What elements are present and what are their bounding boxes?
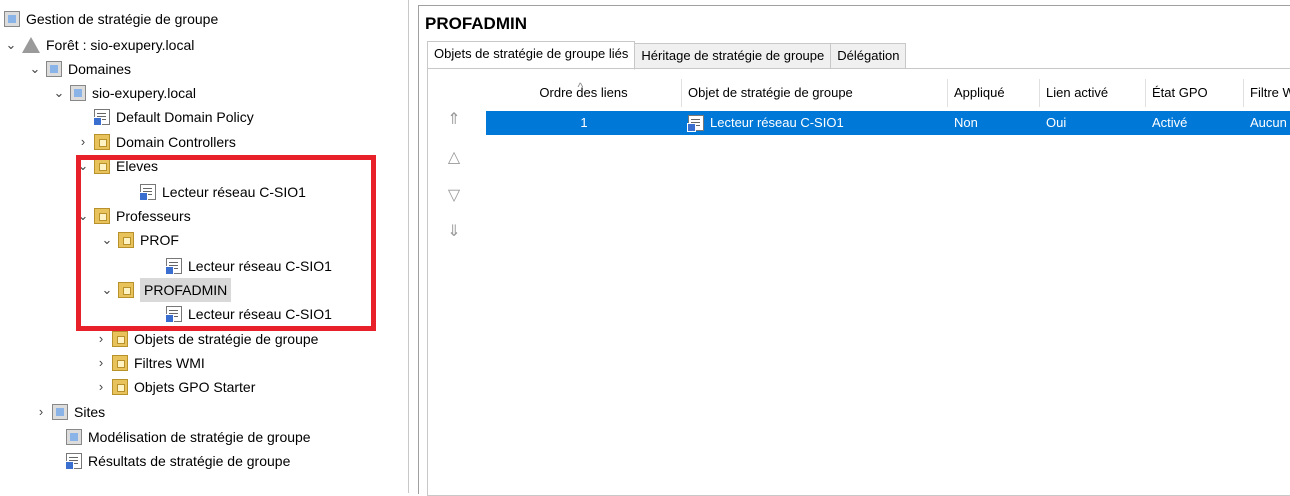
chevron-down-icon[interactable]: ⌄: [4, 33, 18, 57]
column-header-enforced[interactable]: Appliqué: [948, 79, 1040, 107]
tree-domains-label: Domaines: [68, 61, 132, 77]
details-pane: PROFADMIN Objets de stratégie de groupe …: [418, 5, 1290, 496]
tree-starter-gpos[interactable]: › Objets GPO Starter: [94, 375, 255, 399]
tree-root[interactable]: Gestion de stratégie de groupe: [4, 7, 218, 31]
gpo-container-icon: [112, 331, 128, 347]
results-icon: [65, 453, 82, 470]
tree-wmi-filters[interactable]: › Filtres WMI: [94, 351, 205, 375]
highlight-annotation-box: [76, 155, 376, 331]
column-header-gpo-status[interactable]: État GPO: [1146, 79, 1244, 107]
gpmc-icon: [4, 11, 20, 27]
down-arrow-icon[interactable]: ▽: [442, 185, 466, 205]
chevron-right-icon[interactable]: ›: [76, 130, 90, 154]
tab-inheritance[interactable]: Héritage de stratégie de groupe: [634, 43, 832, 69]
cell-gpo-status: Activé: [1152, 115, 1188, 130]
chevron-right-icon[interactable]: ›: [34, 400, 48, 424]
tree-default-policy-label: Default Domain Policy: [116, 109, 254, 125]
tree-root-label: Gestion de stratégie de groupe: [26, 11, 219, 27]
tree-results-label: Résultats de stratégie de groupe: [88, 453, 291, 469]
double-up-arrow-icon[interactable]: ⇑: [442, 109, 466, 129]
column-header-wmi-filter[interactable]: Filtre W: [1244, 79, 1290, 107]
starter-folder-icon: [112, 379, 128, 395]
tree-wmi-filters-label: Filtres WMI: [134, 355, 205, 371]
tab-bar: Objets de stratégie de groupe liés Hérit…: [427, 41, 907, 70]
tab-delegation[interactable]: Délégation: [830, 43, 907, 69]
table-row[interactable]: 1 Lecteur réseau C-SIO1 Non Oui Activé A…: [486, 111, 1290, 135]
chevron-down-icon[interactable]: ⌄: [28, 57, 42, 81]
tree-domain[interactable]: ⌄ sio-exupery.local: [52, 81, 196, 105]
sort-caret-icon: ^: [577, 80, 584, 94]
cell-gpo-label: Lecteur réseau C-SIO1: [710, 115, 844, 130]
cell-wmi-filter: Aucun: [1250, 115, 1287, 130]
chevron-right-icon[interactable]: ›: [94, 351, 108, 375]
tree-forest[interactable]: ⌄ Forêt : sio-exupery.local: [4, 33, 194, 57]
filter-folder-icon: [112, 355, 128, 371]
forest-icon: [22, 37, 40, 53]
linked-gpos-panel: ⇑ △ ▽ ⇓ ^ Ordre des liens Objet de strat…: [427, 68, 1290, 496]
tree-domains[interactable]: ⌄ Domaines: [28, 57, 131, 81]
cell-gpo: Lecteur réseau C-SIO1: [682, 111, 948, 135]
column-header-link-enabled[interactable]: Lien activé: [1040, 79, 1146, 107]
page-title: PROFADMIN: [425, 14, 527, 33]
cell-link-enabled: Oui: [1046, 115, 1067, 130]
column-header-order[interactable]: ^ Ordre des liens: [486, 79, 682, 107]
tree-modeling-label: Modélisation de stratégie de groupe: [88, 429, 311, 445]
tree-starter-gpos-label: Objets GPO Starter: [134, 379, 256, 395]
tree-domain-controllers[interactable]: › Domain Controllers: [76, 130, 236, 154]
ou-folder-icon: [94, 134, 110, 150]
tree-modeling[interactable]: Modélisation de stratégie de groupe: [66, 425, 311, 449]
tab-linked-gpos[interactable]: Objets de stratégie de groupe liés: [427, 41, 636, 70]
console-tree: Gestion de stratégie de groupe ⌄ Forêt :…: [0, 0, 409, 493]
column-header-order-label: Ordre des liens: [539, 85, 628, 100]
tree-domain-controllers-label: Domain Controllers: [116, 134, 236, 150]
tree-results[interactable]: Résultats de stratégie de groupe: [65, 449, 291, 473]
tree-sites[interactable]: › Sites: [34, 400, 105, 424]
up-arrow-icon[interactable]: △: [442, 147, 466, 167]
chevron-down-icon[interactable]: ⌄: [52, 81, 66, 105]
tree-sites-label: Sites: [74, 404, 106, 420]
domains-icon: [46, 61, 62, 77]
tree-forest-label: Forêt : sio-exupery.local: [46, 37, 195, 53]
domain-icon: [70, 85, 86, 101]
double-down-arrow-icon[interactable]: ⇓: [442, 221, 466, 241]
cell-order: 1: [580, 115, 588, 130]
gpo-link-icon: [93, 109, 110, 126]
sites-icon: [52, 404, 68, 420]
gpo-link-icon: [687, 115, 704, 132]
modeling-icon: [66, 429, 82, 445]
tree-default-policy[interactable]: Default Domain Policy: [93, 105, 254, 129]
tree-domain-label: sio-exupery.local: [92, 85, 197, 101]
chevron-right-icon[interactable]: ›: [94, 375, 108, 399]
cell-enforced: Non: [954, 115, 978, 130]
column-header-gpo[interactable]: Objet de stratégie de groupe: [682, 79, 948, 107]
